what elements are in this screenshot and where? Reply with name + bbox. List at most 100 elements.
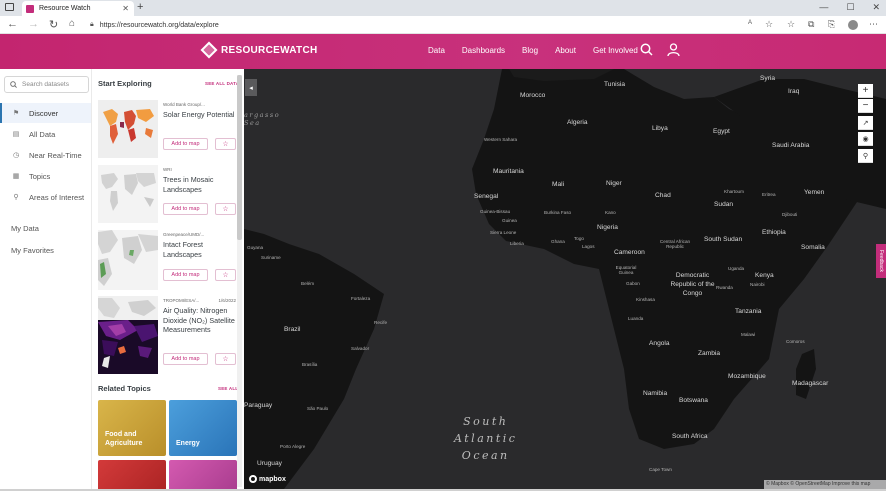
map-label: Cameroon — [614, 249, 645, 256]
my-data-link[interactable]: My Data — [11, 224, 39, 233]
map-small-label: Western Sahara — [484, 137, 518, 142]
share-icon[interactable]: ⎘ — [828, 19, 835, 30]
sidebar-item-label: Topics — [29, 171, 51, 181]
map-label: Tunisia — [604, 81, 626, 88]
maximize-icon[interactable]: ☐ — [846, 2, 854, 13]
my-favorites-link[interactable]: My Favorites — [11, 246, 54, 255]
topic-card-food-agriculture[interactable]: Food and Agriculture — [98, 400, 166, 456]
explore-sidebar: Search datasets ⚑ Discover ▤ All Data ◷ … — [0, 69, 92, 491]
close-tab-icon[interactable]: ✕ — [122, 4, 129, 13]
map-label: Tanzania — [735, 308, 762, 315]
user-icon[interactable] — [667, 43, 680, 56]
map-small-label: Porto Alegre — [280, 444, 306, 449]
sidebar-item-all-data[interactable]: ▤ All Data — [0, 124, 91, 144]
map-small-label: Fortaleza — [351, 296, 371, 301]
ocean-label: South Atlantic Ocean — [454, 415, 518, 462]
dataset-card[interactable]: World Bank Group/... Solar Energy Potent… — [98, 100, 236, 160]
favorite-star-icon[interactable]: ☆ — [215, 353, 236, 365]
panel-scrollbar[interactable] — [237, 75, 242, 487]
favorite-star-icon[interactable]: ☆ — [215, 138, 236, 150]
feedback-tab[interactable]: Feedback — [876, 244, 886, 278]
dataset-title[interactable]: Trees in Mosaic Landscapes — [163, 175, 236, 194]
tab-actions-icon[interactable] — [5, 3, 14, 11]
map-label: Zambia — [698, 350, 720, 357]
main-nav: Data Dashboards Blog About Get Involved — [428, 46, 655, 55]
nav-blog[interactable]: Blog — [522, 46, 538, 55]
nav-dashboards[interactable]: Dashboards — [462, 46, 505, 55]
read-aloud-icon[interactable]: A — [748, 20, 752, 26]
more-menu-icon[interactable]: ⋯ — [869, 19, 878, 30]
collections-icon[interactable]: ⧉ — [808, 19, 814, 30]
search-placeholder: Search datasets — [22, 81, 69, 88]
dataset-card[interactable]: TROPOMI/ESA/... 1/6/2022 Air Quality: Ni… — [98, 296, 236, 376]
zoom-in-button[interactable]: + — [858, 84, 873, 98]
dataset-title[interactable]: Intact Forest Landscapes — [163, 240, 236, 259]
sidebar-item-near-real-time[interactable]: ◷ Near Real-Time — [0, 145, 91, 165]
map-small-label: Suriname — [261, 255, 281, 260]
map-attribution[interactable]: © Mapbox © OpenStreetMap Improve this ma… — [764, 480, 886, 489]
add-to-map-button[interactable]: Add to map — [163, 269, 208, 281]
basemap-icon[interactable]: ◉ — [858, 132, 873, 146]
sidebar-item-topics[interactable]: ▦ Topics — [0, 166, 91, 186]
address-bar-row: ← → ↻ ⌂ 🔒︎ https://resourcewatch.org/dat… — [0, 16, 886, 34]
collapse-sidebar-button[interactable]: ◂ — [245, 79, 257, 96]
new-tab-icon[interactable]: + — [137, 1, 143, 13]
site-logo[interactable]: RESOURCEWATCH — [200, 41, 318, 59]
topic-card[interactable] — [169, 460, 237, 491]
favorite-star-icon[interactable]: ☆ — [215, 269, 236, 281]
add-to-map-button[interactable]: Add to map — [163, 138, 208, 150]
back-icon[interactable]: ← — [7, 18, 18, 30]
map-label: Sudan — [714, 201, 734, 208]
scrollbar-thumb[interactable] — [237, 75, 242, 240]
map-label: Somalia — [801, 244, 825, 251]
favorite-star-icon[interactable]: ☆ — [215, 203, 236, 215]
map-small-label: Uganda — [728, 266, 745, 271]
map-label: Senegal — [474, 193, 499, 200]
topic-card-energy[interactable]: Energy — [169, 400, 237, 456]
dataset-card[interactable]: Greenpeace/UMD/... Intact Forest Landsca… — [98, 230, 236, 292]
dataset-title[interactable]: Solar Energy Potential — [163, 110, 236, 120]
see-all-data-link[interactable]: SEE ALL DATA — [205, 81, 239, 86]
close-window-icon[interactable]: ✕ — [872, 2, 880, 13]
map-small-label: Khartoum — [724, 189, 744, 194]
topic-card[interactable] — [98, 460, 166, 491]
map-small-label: Nairobi — [750, 282, 765, 287]
dataset-title[interactable]: Air Quality: Nitrogen Dioxide (NO₂) Sate… — [163, 306, 236, 335]
nav-about[interactable]: About — [555, 46, 576, 55]
dataset-source: World Bank Group/... — [163, 102, 205, 107]
share-map-icon[interactable]: ↗ — [858, 116, 873, 130]
browser-tab-bar: Resource Watch ✕ + — ☐ ✕ — [0, 0, 886, 16]
related-topics-heading: Related Topics — [98, 384, 151, 393]
refresh-icon[interactable]: ↻ — [49, 18, 58, 31]
search-datasets-input[interactable]: Search datasets — [4, 76, 89, 93]
favorite-star-icon[interactable]: ☆ — [765, 19, 773, 30]
map-canvas[interactable]: argasso Sea South Atlantic Ocean Tunisia Sy… — [244, 69, 886, 489]
nav-data[interactable]: Data — [428, 46, 445, 55]
add-to-map-button[interactable]: Add to map — [163, 203, 208, 215]
sidebar-item-discover[interactable]: ⚑ Discover — [0, 103, 91, 123]
dataset-source: WRI — [163, 167, 172, 172]
zoom-out-button[interactable]: − — [858, 99, 873, 113]
nav-get-involved[interactable]: Get Involved — [593, 46, 638, 55]
map-label: Uruguay — [257, 460, 282, 467]
url-field[interactable]: 🔒︎ https://resourcewatch.org/data/explor… — [90, 18, 768, 32]
forward-icon[interactable]: → — [28, 18, 39, 30]
site-header: RESOURCEWATCH Data Dashboards Blog About… — [0, 34, 886, 69]
map-label: Syria — [760, 75, 776, 82]
map-small-label: Guinea-Bissau — [480, 209, 511, 214]
browser-tab[interactable]: Resource Watch ✕ — [22, 1, 134, 16]
minimize-icon[interactable]: — — [819, 2, 828, 13]
add-to-map-button[interactable]: Add to map — [163, 353, 208, 365]
map-search-icon[interactable]: ⚲ — [858, 149, 873, 163]
search-icon[interactable] — [640, 43, 653, 56]
favorites-icon[interactable]: ☆ — [787, 19, 795, 30]
map-small-label: Ghana — [551, 239, 565, 244]
topic-label: Energy — [176, 440, 200, 447]
discover-panel: Start Exploring SEE ALL DATA World Bank … — [92, 69, 244, 491]
dataset-card[interactable]: WRI Trees in Mosaic Landscapes Add to ma… — [98, 165, 236, 225]
map-label: Botswana — [679, 397, 708, 404]
profile-avatar[interactable] — [848, 20, 858, 30]
sidebar-item-areas-of-interest[interactable]: ⚲ Areas of Interest — [0, 187, 91, 207]
home-icon[interactable]: ⌂ — [69, 18, 75, 29]
see-all-topics-link[interactable]: SEE ALL — [218, 386, 238, 391]
